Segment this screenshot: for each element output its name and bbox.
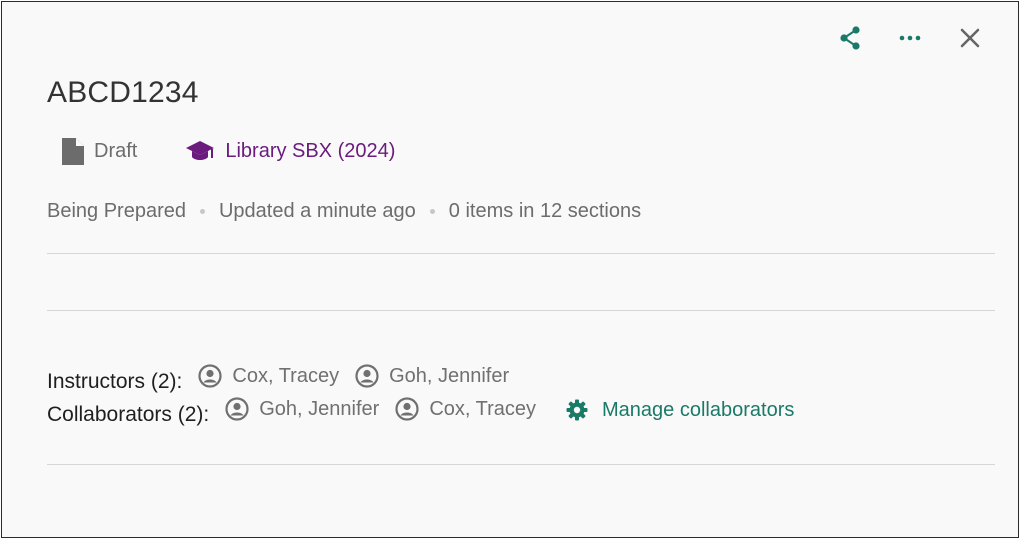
collaborator-name: Cox, Tracey (429, 397, 537, 420)
draft-status: Draft (62, 137, 138, 165)
collaborators-label: Collaborators (2): (47, 403, 210, 426)
collaborators-row: Collaborators (2): Goh, Jennifer Cox, Tr… (47, 397, 794, 427)
instructor-person[interactable]: Cox, Tracey (198, 364, 339, 388)
more-options-button[interactable] (894, 22, 926, 54)
close-icon (960, 28, 980, 48)
close-button[interactable] (954, 22, 986, 54)
instructor-person[interactable]: Goh, Jennifer (355, 364, 509, 388)
instructors-label: Instructors (2): (47, 370, 183, 393)
panel-toolbar (834, 22, 986, 54)
list-status-row: Being Prepared Updated a minute ago 0 it… (47, 200, 641, 223)
gear-icon (566, 399, 588, 421)
graduation-cap-icon (186, 141, 215, 160)
item-count: 0 items in 12 sections (448, 200, 642, 222)
document-icon (62, 137, 84, 165)
collaborator-person[interactable]: Goh, Jennifer (225, 397, 379, 421)
instructor-name: Cox, Tracey (232, 364, 340, 387)
user-circle-icon (355, 364, 379, 388)
divider (47, 253, 995, 254)
user-circle-icon (198, 364, 222, 388)
instructors-row: Instructors (2): Cox, Tracey Goh, Jennif… (47, 364, 509, 394)
collaborator-person[interactable]: Cox, Tracey (395, 397, 536, 421)
list-title: ABCD1234 (47, 76, 199, 109)
divider (47, 310, 995, 311)
list-state: Being Prepared (47, 200, 186, 222)
instructor-name: Goh, Jennifer (389, 364, 510, 387)
collaborator-name: Goh, Jennifer (259, 397, 380, 420)
list-meta-row: Draft Library SBX (2024) (62, 137, 395, 165)
user-circle-icon (225, 397, 249, 421)
separator-dot (199, 209, 205, 214)
user-circle-icon (395, 397, 419, 421)
manage-collaborators-label: Manage collaborators (602, 398, 795, 421)
share-button[interactable] (834, 22, 866, 54)
course-name: Library SBX (2024) (225, 139, 396, 162)
manage-collaborators-button[interactable]: Manage collaborators (566, 399, 794, 422)
list-details-panel: ABCD1234 Draft Library SBX (2024) Being … (1, 1, 1019, 538)
share-icon (840, 26, 860, 50)
divider (47, 464, 995, 465)
last-updated: Updated a minute ago (218, 200, 416, 222)
more-horizontal-icon (899, 35, 921, 41)
draft-status-label: Draft (94, 139, 138, 162)
separator-dot (429, 209, 435, 214)
course-link[interactable]: Library SBX (2024) (185, 139, 395, 163)
